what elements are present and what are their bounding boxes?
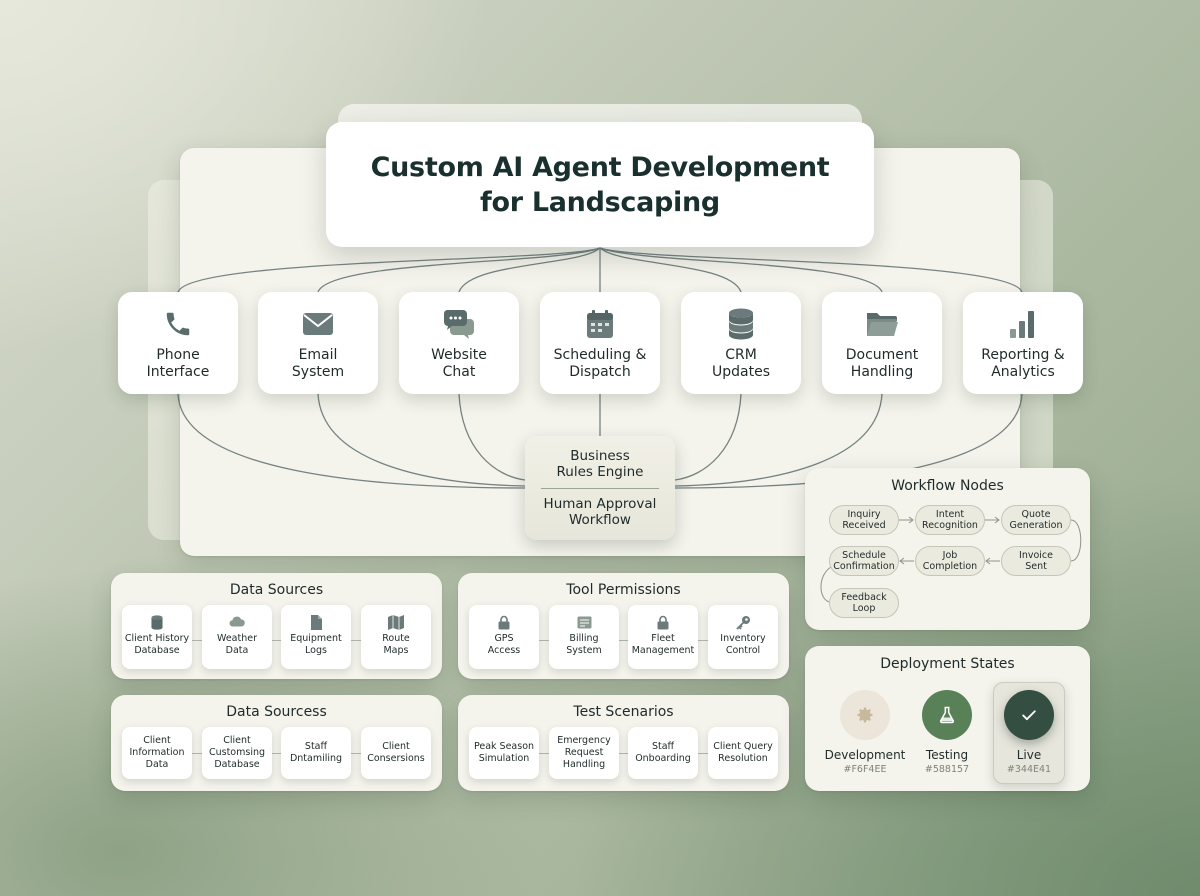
workflow-node[interactable]: Quote Generation <box>1001 505 1071 535</box>
item-label: Staff Dntamiling <box>289 741 343 764</box>
data-sourcess-title: Data Sourcess <box>226 704 327 720</box>
item-label: Client History Database <box>124 633 190 656</box>
tool-permission-item[interactable]: Inventory Control <box>708 605 778 669</box>
item-label: Client Customsing Database <box>208 735 266 770</box>
key-icon <box>735 614 751 630</box>
data-source-item[interactable]: Route Maps <box>361 605 431 669</box>
item-label: Equipment Logs <box>290 633 342 656</box>
data-sources-panel: Data Sources Client History Database Wea… <box>111 573 442 679</box>
deployment-state-hex: #344E41 <box>1006 764 1052 775</box>
testing-state-circle[interactable] <box>922 690 972 740</box>
test-scenarios-title: Test Scenarios <box>573 704 674 720</box>
workflow-node[interactable]: Invoice Sent <box>1001 546 1071 576</box>
item-label: Emergency Request Handling <box>557 735 611 770</box>
tool-permissions-panel: Tool Permissions GPS Access Billing Syst… <box>458 573 789 679</box>
test-scenario-item[interactable]: Staff Onboarding <box>628 727 698 779</box>
development-state-circle[interactable] <box>840 690 890 740</box>
data-source-item[interactable]: Equipment Logs <box>281 605 351 669</box>
workflow-node[interactable]: Feedback Loop <box>829 588 899 618</box>
item-label: GPS Access <box>487 633 521 656</box>
map-icon <box>388 614 404 630</box>
data-sourcess-item[interactable]: Staff Dntamiling <box>281 727 351 779</box>
workflow-node[interactable]: Job Completion <box>915 546 985 576</box>
data-source-item[interactable]: Weather Data <box>202 605 272 669</box>
item-label: Client Consersions <box>367 741 425 764</box>
data-source-item[interactable]: Client History Database <box>122 605 192 669</box>
data-sourcess-panel: Data Sourcess Client Information Data Cl… <box>111 695 442 791</box>
lock-icon <box>496 614 512 630</box>
deployment-states-panel: Deployment States Development #F6F4EE Te… <box>805 646 1090 791</box>
data-sourcess-item[interactable]: Client Consersions <box>361 727 431 779</box>
workflow-node[interactable]: Intent Recognition <box>915 505 985 535</box>
test-scenario-item[interactable]: Client Query Resolution <box>708 727 778 779</box>
item-label: Client Query Resolution <box>713 741 773 764</box>
check-icon <box>1022 710 1036 721</box>
workflow-node[interactable]: Inquiry Received <box>829 505 899 535</box>
deployment-state-name: Live <box>1016 748 1042 762</box>
item-label: Fleet Management <box>631 633 695 656</box>
lock-icon <box>655 614 671 630</box>
deployment-states-title: Deployment States <box>880 656 1015 672</box>
data-sourcess-item[interactable]: Client Information Data <box>122 727 192 779</box>
tool-permission-item[interactable]: Fleet Management <box>628 605 698 669</box>
database-icon <box>149 614 165 630</box>
flask-icon <box>939 706 955 724</box>
test-scenario-item[interactable]: Peak Season Simulation <box>469 727 539 779</box>
tool-permissions-title: Tool Permissions <box>566 582 681 598</box>
item-label: Route Maps <box>382 633 410 656</box>
gear-icon <box>857 707 873 723</box>
live-state-circle[interactable] <box>1004 690 1054 740</box>
document-icon <box>308 614 324 630</box>
item-label: Peak Season Simulation <box>473 741 535 764</box>
test-scenarios-panel: Test Scenarios Peak Season Simulation Em… <box>458 695 789 791</box>
item-label: Inventory Control <box>720 633 766 656</box>
test-scenario-item[interactable]: Emergency Request Handling <box>549 727 619 779</box>
tool-permission-item[interactable]: GPS Access <box>469 605 539 669</box>
item-label: Client Information Data <box>129 735 185 770</box>
item-label: Billing System <box>566 633 602 656</box>
cloud-icon <box>229 614 245 630</box>
item-label: Staff Onboarding <box>635 741 691 764</box>
data-sourcess-item[interactable]: Client Customsing Database <box>202 727 272 779</box>
data-sources-title: Data Sources <box>229 582 324 598</box>
item-label: Weather Data <box>217 633 257 656</box>
tool-permission-item[interactable]: Billing System <box>549 605 619 669</box>
invoice-icon <box>576 614 592 630</box>
workflow-node[interactable]: Schedule Confirmation <box>829 546 899 576</box>
